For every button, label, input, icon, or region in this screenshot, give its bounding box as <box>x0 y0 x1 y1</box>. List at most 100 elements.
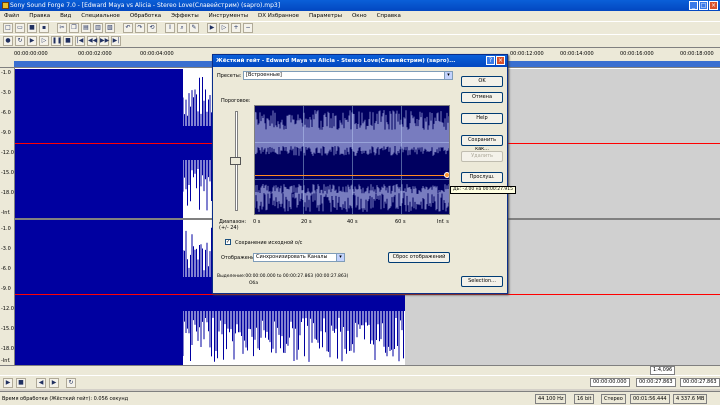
level-label: -18.0 <box>1 190 14 196</box>
cancel-button[interactable]: Отмена <box>461 92 503 103</box>
save-as-button[interactable]: Сохранить как... <box>461 135 503 152</box>
ruler-mark: 00:00:02:000 <box>78 51 112 57</box>
title-bar: Sony Sound Forge 7.0 - [Edward Maya vs A… <box>0 0 720 11</box>
rewind-mini-icon[interactable]: ◀ <box>36 378 46 388</box>
data-window-scrollbar[interactable]: 1:4,096 <box>0 365 720 375</box>
threshold-slider-thumb[interactable] <box>230 157 241 165</box>
standard-toolbar: □ ▭ ■ ▪ ✂ ❐ ▤ ▥ ▧ ↶ ↷ ⟲ I ⌕ ✎ ▶ ▷ + − <box>0 21 720 34</box>
zoom-field[interactable]: 1:4,096 <box>650 366 676 375</box>
mix-icon[interactable]: ▥ <box>93 23 103 33</box>
minimize-button[interactable]: _ <box>689 1 698 10</box>
ruler-mark: 00:00:16:000 <box>620 51 654 57</box>
new-icon[interactable]: □ <box>3 23 13 33</box>
redo-icon[interactable]: ↷ <box>135 23 145 33</box>
level-label: -12.0 <box>1 150 14 156</box>
menu-options[interactable]: Параметры <box>309 11 342 21</box>
forward-mini-icon[interactable]: ▶ <box>49 378 59 388</box>
zoom-out-icon[interactable]: − <box>243 23 253 33</box>
level-label: -18.0 <box>1 346 14 352</box>
rewind-icon[interactable]: ◀◀ <box>87 36 97 46</box>
menu-special[interactable]: Специальное <box>81 11 120 21</box>
repeat-icon[interactable]: ⟲ <box>147 23 157 33</box>
magnify-tool-icon[interactable]: ⌕ <box>177 23 187 33</box>
save-icon[interactable]: ■ <box>27 23 37 33</box>
play-icon[interactable]: ▶ <box>27 36 37 46</box>
gate-graph[interactable] <box>254 105 450 215</box>
forward-icon[interactable]: ▶▶ <box>99 36 109 46</box>
loop-icon[interactable]: ↻ <box>15 36 25 46</box>
hard-gate-dialog: Жёсткий гейт - Edward Maya vs Alicia - S… <box>212 54 516 294</box>
pencil-tool-icon[interactable]: ✎ <box>189 23 199 33</box>
open-icon[interactable]: ▭ <box>15 23 25 33</box>
pause-icon[interactable]: ❚❚ <box>51 36 62 46</box>
menu-window[interactable]: Окно <box>352 11 367 21</box>
menu-edit[interactable]: Правка <box>29 11 50 21</box>
go-end-icon[interactable]: ▶| <box>111 36 121 46</box>
ruler-mark: 00:00:14:000 <box>560 51 594 57</box>
level-label: -6.0 <box>1 266 11 272</box>
chevron-down-icon: ▾ <box>336 254 344 261</box>
stop-mini-icon[interactable]: ■ <box>16 378 26 388</box>
display-value: Синхронизировать Каналы <box>256 254 328 260</box>
selection-start-field[interactable]: 00:00:00.000 <box>590 378 630 387</box>
dialog-close-button[interactable]: × <box>496 56 505 65</box>
maximize-button[interactable]: □ <box>699 1 708 10</box>
level-label: -Inf. <box>1 210 11 216</box>
selection-button[interactable]: Selection... <box>461 276 503 287</box>
channels[interactable]: Стерео <box>601 394 626 404</box>
preset-dropdown[interactable]: [Встроенные] ▾ <box>243 71 453 80</box>
bit-depth[interactable]: 16 bit <box>574 394 595 404</box>
zoom-in-icon[interactable]: + <box>231 23 241 33</box>
menu-file[interactable]: Файл <box>4 11 19 21</box>
preset-value: [Встроенные] <box>246 72 282 78</box>
level-label: -9.0 <box>1 130 11 136</box>
save-all-icon[interactable]: ▪ <box>39 23 49 33</box>
go-start-icon[interactable]: |◀ <box>75 36 85 46</box>
graph-x-label: 60 s <box>395 219 406 225</box>
stop-icon[interactable]: ■ <box>63 36 73 46</box>
delete-button[interactable]: Удалить <box>461 151 503 162</box>
copy-icon[interactable]: ❐ <box>69 23 79 33</box>
selection-label: Выделение:00:00:00.000 to 00:00:27.863 (… <box>217 274 349 279</box>
threshold-line[interactable] <box>255 175 449 176</box>
close-button[interactable]: × <box>709 1 718 10</box>
paste-icon[interactable]: ▤ <box>81 23 91 33</box>
window-title: Sony Sound Forge 7.0 - [Edward Maya vs A… <box>10 2 281 9</box>
help-button[interactable]: Help <box>461 113 503 124</box>
preview-button[interactable]: Прослуш. <box>461 172 503 183</box>
loop-mini-icon[interactable]: ↻ <box>66 378 76 388</box>
play-sel-icon[interactable]: ▷ <box>39 36 49 46</box>
menu-process[interactable]: Обработка <box>130 11 161 21</box>
free-space: 4 337.6 MB <box>673 394 708 404</box>
selection-end-field[interactable]: 00:00:27.863 <box>636 378 676 387</box>
trim-icon[interactable]: ▧ <box>105 23 115 33</box>
threshold-label: Пороговое: <box>221 98 251 104</box>
reset-display-button[interactable]: Сброс отображений <box>388 252 450 263</box>
menu-effects[interactable]: Эффекты <box>171 11 199 21</box>
ok-button[interactable]: OK <box>461 76 503 87</box>
play-mini-icon[interactable]: ▶ <box>3 378 13 388</box>
menu-dx-favorites[interactable]: DX Избранное <box>258 11 299 21</box>
level-label: -15.0 <box>1 170 14 176</box>
graph-x-label: 20 s <box>301 219 312 225</box>
dialog-help-icon[interactable]: ? <box>486 56 495 65</box>
keep-original-checkbox[interactable]: ✓ <box>225 239 231 245</box>
channel-2-center-line <box>15 294 720 295</box>
ruler-mark: 00:00:00:000 <box>14 51 48 57</box>
ruler-mark: 00:00:12:000 <box>510 51 544 57</box>
play-all-icon[interactable]: ▷ <box>219 23 229 33</box>
menu-view[interactable]: Вид <box>60 11 71 21</box>
display-dropdown[interactable]: Синхронизировать Каналы ▾ <box>253 253 345 262</box>
graph-x-label: 40 s <box>347 219 358 225</box>
menu-tools[interactable]: Инструменты <box>209 11 248 21</box>
sample-rate[interactable]: 44 100 Hz <box>535 394 567 404</box>
threshold-handle[interactable] <box>444 172 449 178</box>
level-label: -1.0 <box>1 70 11 76</box>
edit-tool-icon[interactable]: I <box>165 23 175 33</box>
selection-length-field[interactable]: 00:00:27.863 <box>680 378 720 387</box>
record-icon[interactable]: ● <box>3 36 13 46</box>
cut-icon[interactable]: ✂ <box>57 23 67 33</box>
menu-help[interactable]: Справка <box>377 11 401 21</box>
play-clipboard-icon[interactable]: ▶ <box>207 23 217 33</box>
undo-icon[interactable]: ↶ <box>123 23 133 33</box>
